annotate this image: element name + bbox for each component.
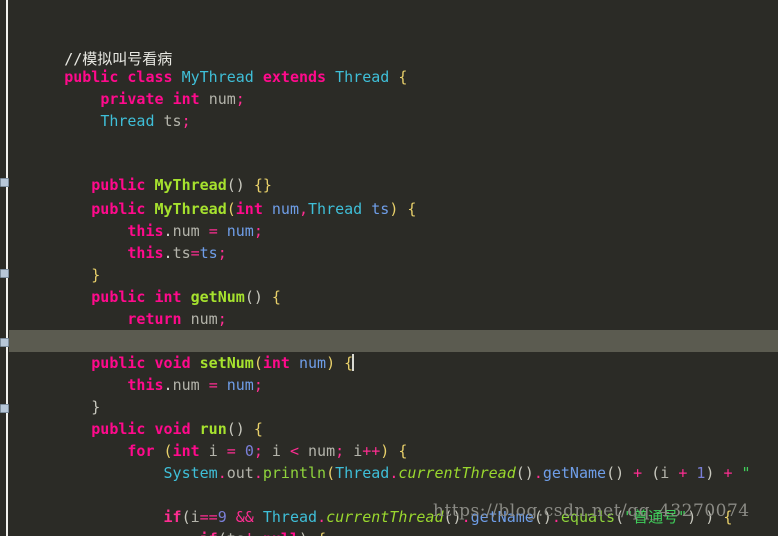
watermark-url: https://blog.csdn.net/qq_43270074 — [433, 501, 750, 521]
code-line[interactable]: public MyThread(int num,Thread ts) { — [9, 176, 778, 218]
gutter-divider-line — [6, 0, 8, 536]
gutter-marker-icon[interactable] — [0, 404, 9, 413]
code-line[interactable]: this.num = num; — [9, 352, 778, 394]
code-line[interactable]: this.num = num; — [9, 198, 778, 240]
code-line[interactable]: } — [9, 308, 778, 350]
gutter-marker-icon[interactable] — [0, 338, 9, 347]
editor-gutter[interactable] — [0, 0, 9, 536]
gutter-marker-icon[interactable] — [0, 178, 9, 187]
code-line[interactable]: public int getNum() { — [9, 264, 778, 306]
code-line[interactable]: return num; — [9, 286, 778, 328]
code-line[interactable]: System.out.println(Thread.currentThread(… — [9, 440, 778, 482]
code-line-blank[interactable] — [9, 132, 778, 154]
code-line[interactable]: public void run() { — [9, 396, 778, 438]
code-line[interactable]: Thread ts; — [9, 88, 778, 130]
code-surface[interactable]: //模拟叫号看病 public class MyThread extends T… — [9, 0, 778, 536]
code-line[interactable]: public class MyThread extends Thread { — [9, 44, 778, 86]
code-line[interactable]: } — [9, 374, 778, 416]
gutter-marker-icon[interactable] — [0, 269, 9, 278]
code-line-blank[interactable] — [9, 462, 778, 484]
code-line[interactable]: this.ts=ts; — [9, 220, 778, 262]
code-line[interactable]: public MyThread() {} — [9, 152, 778, 194]
code-line[interactable]: for (int i = 0; i < num; i++) { — [9, 418, 778, 460]
code-editor-window[interactable]: //模拟叫号看病 public class MyThread extends T… — [0, 0, 778, 536]
code-line-current[interactable]: public void setNum(int num) { — [9, 330, 778, 372]
code-line[interactable]: } — [9, 242, 778, 284]
code-line[interactable]: private int num; — [9, 66, 778, 108]
code-line[interactable]: try { — [9, 528, 778, 536]
code-line-blank[interactable] — [9, 110, 778, 132]
